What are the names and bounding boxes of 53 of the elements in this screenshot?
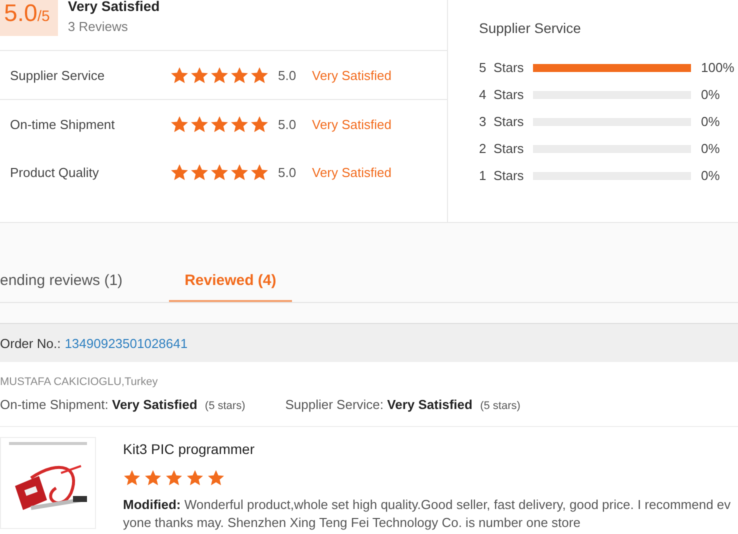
- star-icon: [210, 66, 229, 84]
- star-level-label: 4 Stars: [479, 87, 525, 102]
- review-comment: yone thanks may. Shenzhen Xing Teng Fei Technology Co. is number one store: [123, 514, 582, 532]
- star-icon: [144, 469, 162, 487]
- star-icon: [230, 114, 249, 134]
- star-icon: [250, 114, 269, 134]
- rating-score: 5.0: [278, 116, 298, 132]
- rating-verdict: Very Satisfied: [312, 116, 392, 132]
- percent-label: 0%: [701, 141, 720, 156]
- star-icon: [190, 66, 209, 84]
- product-title: Kit3 PIC programmer: [123, 441, 256, 457]
- star-icon: [210, 114, 229, 134]
- buyer-rating: Supplier Service: Very Satisfied (5 stars): [285, 397, 520, 412]
- star-level-label: 2 Stars: [479, 141, 525, 156]
- rating-verdict: Very Satisfied: [312, 68, 392, 82]
- rating-verdict: Very Satisfied: [312, 164, 392, 180]
- percent-label: 0%: [701, 87, 720, 102]
- review-tab[interactable]: Reviewed (4): [168, 260, 292, 302]
- overall-verdict: Very Satisfied: [68, 0, 160, 14]
- star-level-label: 3 Stars: [479, 114, 525, 129]
- star-icon: [250, 162, 269, 182]
- rating-score: 5.0: [278, 164, 298, 180]
- star-icon: [170, 114, 189, 134]
- star-icon: [165, 469, 183, 487]
- percent-label: 0%: [701, 114, 720, 129]
- overall-score: 5.0/5: [0, 0, 58, 36]
- star-icon: [123, 469, 141, 487]
- star-icon: [190, 162, 209, 182]
- star-level-label: 1 Stars: [479, 168, 525, 183]
- rating-score: 5.0: [278, 68, 298, 82]
- order-number-link[interactable]: 13490923501028641: [64, 336, 188, 350]
- star-icon: [170, 162, 189, 182]
- star-icon: [230, 162, 249, 182]
- percent-label: 0%: [701, 168, 720, 183]
- star-level-label: 5 Stars: [479, 60, 525, 75]
- review-count: 3 Reviews: [68, 19, 129, 34]
- star-icon: [207, 469, 225, 487]
- review-tab[interactable]: ending reviews (1): [0, 260, 139, 302]
- rating-label: Product Quality: [10, 164, 100, 180]
- order-label: Order No.:: [0, 336, 61, 350]
- buyer-rating: On-time Shipment: Very Satisfied (5 stars): [0, 397, 246, 412]
- star-icon: [250, 66, 269, 84]
- star-icon: [190, 114, 209, 134]
- buyer-name: MUSTAFA CAKICIOGLU,Turkey: [0, 376, 159, 388]
- star-icon: [230, 66, 249, 84]
- star-icon: [170, 66, 189, 84]
- percent-label: 100%: [701, 60, 734, 75]
- rating-label: On-time Shipment: [10, 116, 116, 132]
- distribution-title: Supplier Service: [479, 20, 582, 36]
- star-icon: [210, 162, 229, 182]
- star-icon: [186, 469, 204, 487]
- rating-label: Supplier Service: [10, 68, 106, 82]
- review-comment: Modified: Wonderful product,whole set high quality.Good seller, fast delivery, good price. I recommend ev: [123, 496, 731, 514]
